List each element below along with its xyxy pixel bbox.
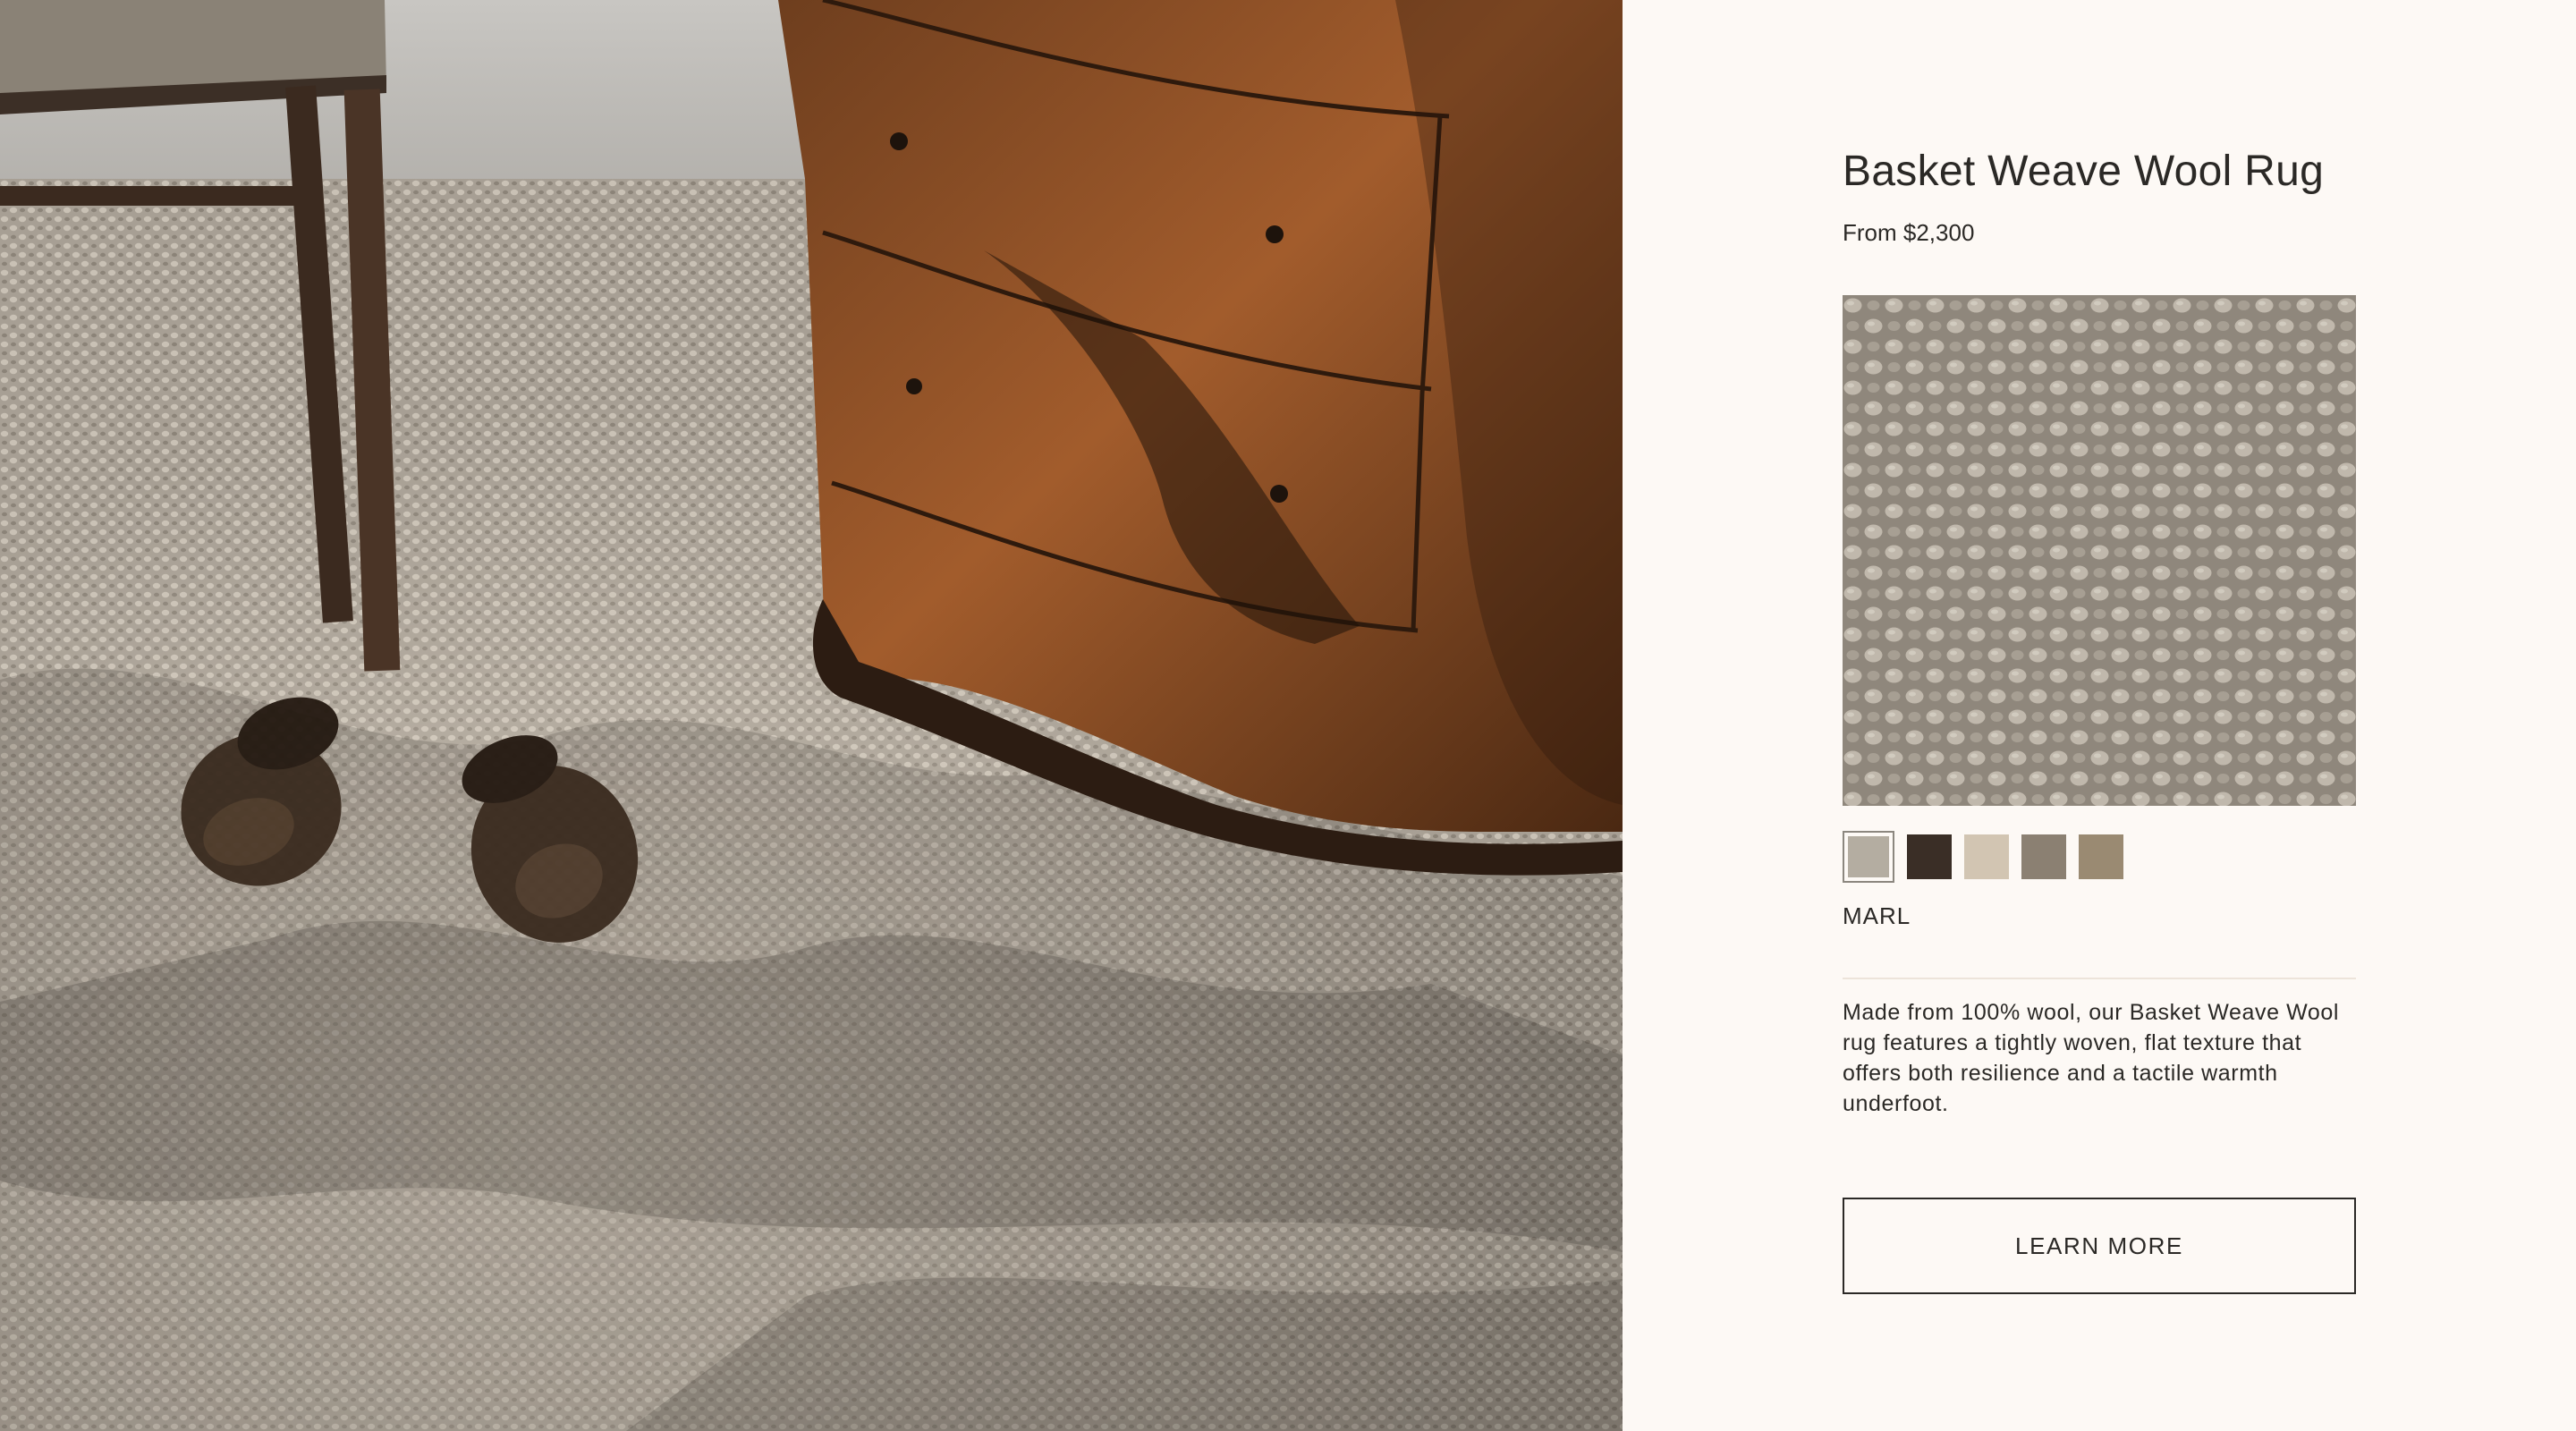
product-title: Basket Weave Wool Rug <box>1843 148 2325 195</box>
swatch-oat[interactable] <box>1964 834 2009 879</box>
swatch-marl[interactable] <box>1843 831 1894 883</box>
hero-illustration <box>0 0 1623 1431</box>
color-swatch-list <box>1843 831 2123 883</box>
swatch-espresso[interactable] <box>1907 834 1952 879</box>
swatch-sand[interactable] <box>2079 834 2123 879</box>
swatch-espresso-chip <box>1907 834 1952 879</box>
product-description: Made from 100% wool, our Basket Weave Wo… <box>1843 1000 2340 1116</box>
swatch-stone-chip <box>2021 834 2066 879</box>
product-price: From $2,300 <box>1843 219 1975 246</box>
selected-color-label: MARL <box>1843 902 1911 929</box>
swatch-sand-chip <box>2079 834 2123 879</box>
texture-illustration <box>1843 295 2356 806</box>
swatch-oat-chip <box>1964 834 2009 879</box>
texture-swatch-image <box>1843 295 2356 806</box>
hero-photo <box>0 0 1623 1431</box>
divider <box>1843 978 2356 979</box>
learn-more-button[interactable]: LEARN MORE <box>1843 1198 2356 1294</box>
swatch-marl-chip <box>1848 836 1889 877</box>
product-panel: Basket Weave Wool Rug From $2,300 MARL M… <box>1623 0 2576 1431</box>
swatch-stone[interactable] <box>2021 834 2066 879</box>
